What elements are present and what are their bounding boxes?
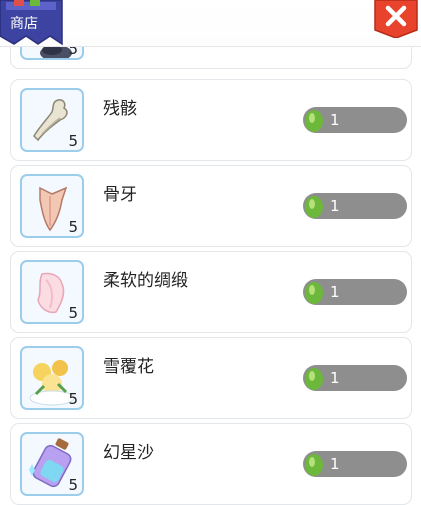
shop-label: 商店	[10, 16, 38, 32]
buy-price-button[interactable]: 1	[303, 279, 407, 305]
buy-price-button[interactable]: 1	[303, 107, 407, 133]
green-gem-icon	[305, 110, 323, 132]
item-quantity: 5	[68, 218, 78, 236]
item-name: 骨牙	[103, 185, 137, 205]
item-thumbnail: 5	[20, 174, 84, 238]
item-quantity: 5	[68, 304, 78, 322]
item-thumbnail: 5	[20, 432, 84, 496]
item-price: 1	[330, 197, 340, 215]
buy-price-button[interactable]: 1	[303, 451, 407, 477]
item-price: 1	[330, 455, 340, 473]
shop-badge: 商店	[0, 0, 68, 46]
item-price: 1	[330, 111, 340, 129]
buy-price-button[interactable]: 1	[303, 365, 407, 391]
list-item[interactable]: 5 雪覆花 1	[10, 337, 412, 419]
green-gem-icon	[305, 454, 323, 476]
green-gem-icon	[305, 368, 323, 390]
item-price: 1	[330, 369, 340, 387]
item-name: 残骸	[103, 99, 137, 119]
item-quantity: 5	[68, 476, 78, 494]
item-name: 幻星沙	[103, 443, 154, 463]
close-icon	[374, 0, 418, 39]
shop-header: 商店	[0, 0, 421, 47]
green-gem-icon	[305, 196, 323, 218]
list-item[interactable]: 5 骨牙 1	[10, 165, 412, 247]
item-quantity: 5	[68, 390, 78, 408]
item-thumbnail: 5	[20, 88, 84, 152]
list-item[interactable]: 5 残骸 1	[10, 79, 412, 161]
list-item[interactable]: 5 柔软的绸缎 1	[10, 251, 412, 333]
item-quantity: 5	[68, 132, 78, 150]
item-price: 1	[330, 283, 340, 301]
item-thumbnail: 5	[20, 260, 84, 324]
close-button[interactable]	[371, 0, 421, 39]
list-item[interactable]: 5 幻星沙 1	[10, 423, 412, 505]
item-thumbnail: 5	[20, 346, 84, 410]
green-gem-icon	[305, 282, 323, 304]
buy-price-button[interactable]: 1	[303, 193, 407, 219]
item-name: 柔软的绸缎	[103, 271, 188, 291]
item-name: 雪覆花	[103, 357, 154, 377]
